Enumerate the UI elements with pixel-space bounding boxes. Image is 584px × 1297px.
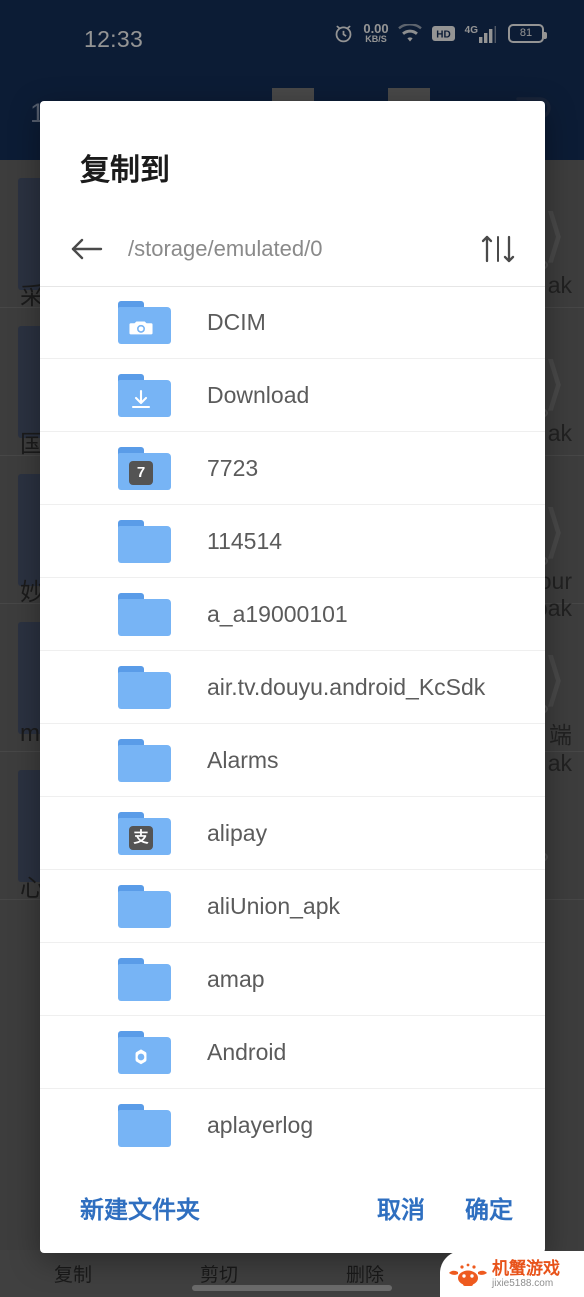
folder-icon: 支: [118, 811, 171, 855]
current-path: /storage/emulated/0: [128, 235, 323, 261]
alipay-icon: 支: [129, 825, 153, 850]
list-item[interactable]: Alarms: [40, 724, 545, 797]
list-item[interactable]: 支 alipay: [40, 797, 545, 870]
new-folder-button[interactable]: 新建文件夹: [80, 1190, 200, 1225]
android-gear-icon: [129, 1045, 153, 1069]
confirm-button[interactable]: 确定: [465, 1190, 513, 1225]
list-item-label: aliUnion_apk: [207, 892, 340, 919]
folder-icon: [118, 884, 171, 928]
list-item-label: amap: [207, 965, 265, 992]
list-item-label: 114514: [207, 527, 283, 554]
folder-icon: [118, 301, 171, 344]
list-item-label: alipay: [207, 819, 268, 846]
list-item[interactable]: aplayerlog: [40, 1089, 545, 1161]
seven-icon: 7: [129, 460, 153, 485]
folder-icon: [118, 738, 171, 782]
list-item[interactable]: amap: [40, 943, 545, 1016]
list-item-label: aplayerlog: [207, 1111, 314, 1138]
folder-icon: [118, 957, 171, 1001]
list-item[interactable]: a_a19000101: [40, 578, 545, 651]
folder-icon: [118, 373, 171, 417]
list-item-label: 7723: [207, 454, 259, 481]
sort-icon[interactable]: [477, 230, 519, 268]
list-item-label: a_a19000101: [207, 600, 348, 627]
watermark: 机蟹游戏 jixie5188.com: [440, 1251, 584, 1297]
list-item[interactable]: Android: [40, 1016, 545, 1089]
folder-icon: [118, 1103, 171, 1147]
list-item-label: Download: [207, 381, 310, 408]
cancel-button[interactable]: 取消: [377, 1190, 425, 1225]
list-item-label: DCIM: [207, 309, 266, 335]
folder-icon: [118, 665, 171, 709]
download-icon: [129, 388, 153, 412]
list-item[interactable]: DCIM: [40, 287, 545, 359]
list-item[interactable]: aliUnion_apk: [40, 870, 545, 943]
folder-icon: [118, 592, 171, 636]
list-item-label: Alarms: [207, 746, 279, 773]
dialog-title: 复制到: [80, 154, 170, 187]
alipay-badge-glyph: 支: [129, 825, 153, 850]
folder-icon: [118, 519, 171, 563]
back-arrow-icon[interactable]: [68, 229, 108, 269]
copy-to-dialog: 复制到 /storage/emulated/0 DCIM Download 7 …: [40, 101, 545, 1253]
list-item[interactable]: 114514: [40, 505, 545, 578]
watermark-brand: 机蟹游戏: [492, 1258, 560, 1278]
folder-icon: [118, 1030, 171, 1074]
dialog-footer: 新建文件夹 取消 确定: [40, 1161, 545, 1253]
folder-list[interactable]: DCIM Download 7 7723 114514 a_a19000101 …: [40, 287, 545, 1161]
seven-badge-glyph: 7: [129, 460, 153, 485]
list-item[interactable]: Download: [40, 359, 545, 432]
camera-icon: [129, 315, 153, 339]
watermark-url: jixie5188.com: [492, 1277, 554, 1289]
list-item[interactable]: 7 7723: [40, 432, 545, 505]
list-item[interactable]: air.tv.douyu.android_KcSdk: [40, 651, 545, 724]
list-item-label: Android: [207, 1038, 287, 1065]
path-bar: /storage/emulated/0: [40, 211, 545, 287]
list-item-label: air.tv.douyu.android_KcSdk: [207, 673, 486, 700]
watermark-text: 机蟹游戏 jixie5188.com: [492, 1260, 560, 1289]
folder-icon: 7: [118, 446, 171, 490]
crab-logo: [448, 1258, 488, 1290]
